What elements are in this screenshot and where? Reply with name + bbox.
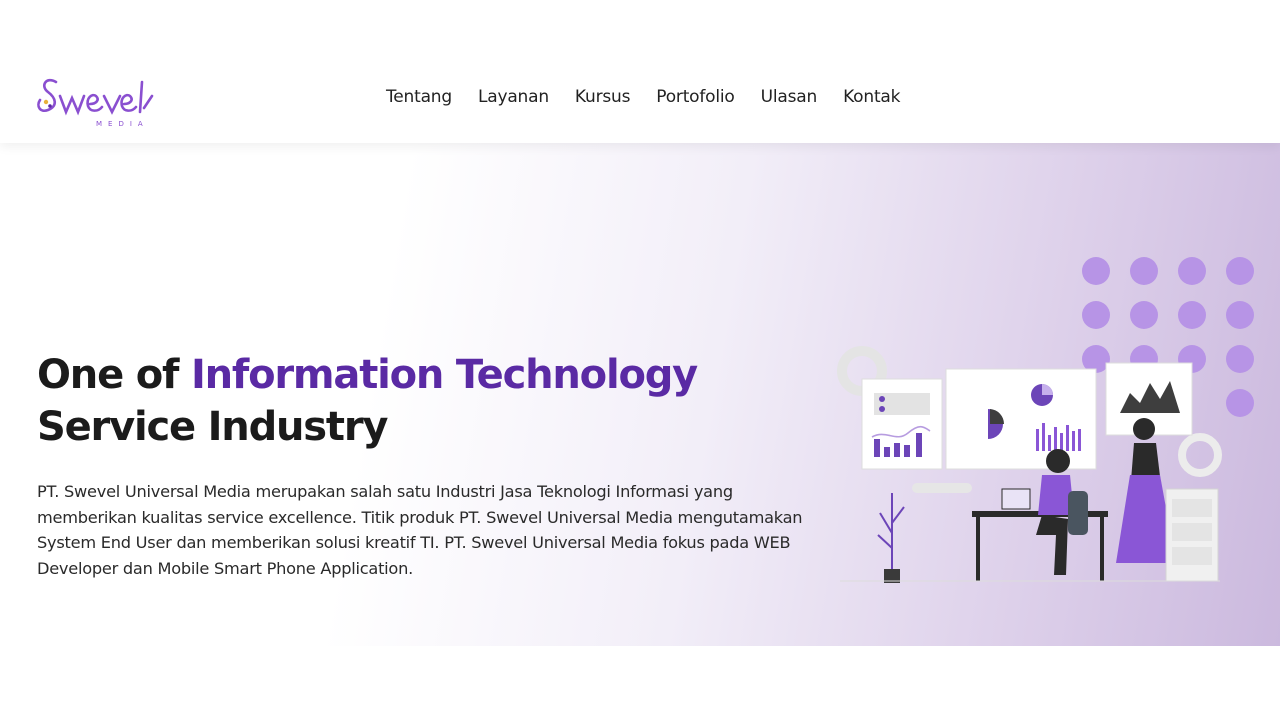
chart-panel-center [945, 368, 1097, 470]
nav-kontak[interactable]: Kontak [843, 87, 900, 107]
plant [877, 493, 905, 573]
headline-accent: Information Technology [190, 352, 698, 398]
main-nav: Tentang Layanan Kursus Portofolio Ulasan… [386, 87, 900, 107]
nav-portofolio[interactable]: Portofolio [656, 87, 735, 107]
hero-section: One of Information Technology Service In… [0, 143, 1280, 646]
swevel-logo[interactable]: MEDIA [34, 74, 158, 132]
nav-ulasan[interactable]: Ulasan [761, 87, 818, 107]
nav-layanan[interactable]: Layanan [478, 87, 549, 107]
headline-prefix: One of [37, 352, 191, 398]
hero-description: PT. Swevel Universal Media merupakan sal… [37, 482, 803, 578]
chart-panel-left [861, 378, 943, 470]
hero-illustration [830, 243, 1270, 593]
nav-tentang[interactable]: Tentang [386, 87, 452, 107]
headline-line2: Service Industry [37, 404, 388, 450]
hero-headline: One of Information Technology Service In… [37, 349, 698, 453]
site-header: MEDIA Tentang Layanan Kursus Portofolio … [0, 0, 1280, 143]
logo-subtext: MEDIA [96, 120, 149, 128]
nav-kursus[interactable]: Kursus [575, 87, 631, 107]
